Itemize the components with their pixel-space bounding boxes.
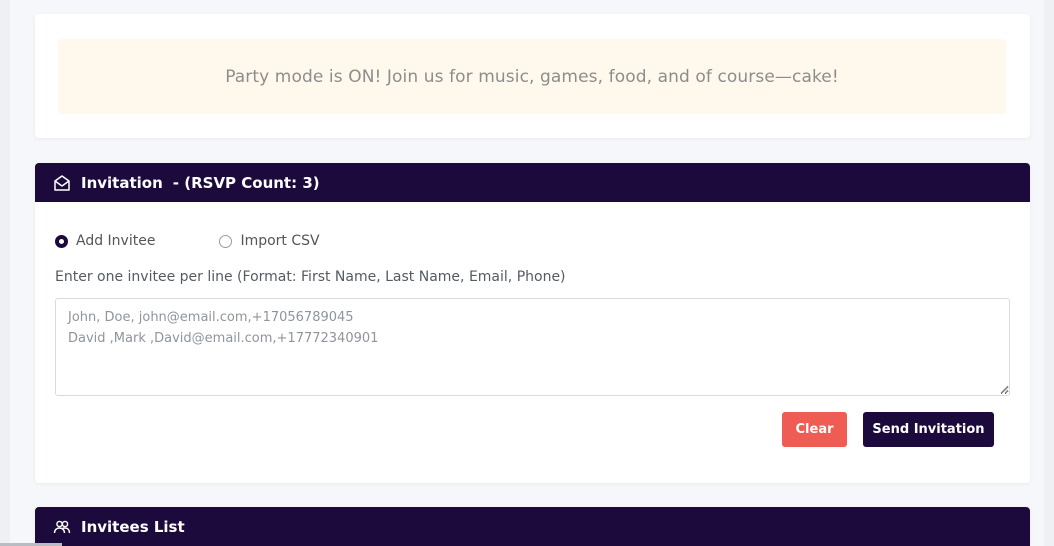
banner-card: Party mode is ON! Join us for music, gam… <box>35 14 1030 138</box>
sidebar-edge <box>0 0 10 546</box>
invitation-title: Invitation <box>81 173 163 192</box>
invite-mode-options: Add Invitee Import CSV <box>55 231 320 251</box>
invitation-card: Invitation - (RSVP Count: 3) Add Invitee… <box>35 163 1030 483</box>
import-csv-label: Import CSV <box>240 233 320 249</box>
banner-message: Party mode is ON! Join us for music, gam… <box>225 66 839 87</box>
rsvp-count: - (RSVP Count: 3) <box>172 173 320 192</box>
add-invitee-radio[interactable]: Add Invitee <box>55 233 155 249</box>
envelope-open-icon <box>53 173 73 193</box>
radio-checked-icon <box>55 234 68 248</box>
users-icon <box>53 517 73 537</box>
scrollbar-track[interactable] <box>1044 0 1054 546</box>
invitees-list-card: Invitees List <box>35 507 1030 546</box>
page: Party mode is ON! Join us for music, gam… <box>0 0 1054 546</box>
clear-button[interactable]: Clear <box>782 412 847 447</box>
party-banner: Party mode is ON! Join us for music, gam… <box>58 39 1006 114</box>
import-csv-radio[interactable]: Import CSV <box>219 233 320 249</box>
radio-unchecked-icon <box>219 234 233 248</box>
invitees-list-header[interactable]: Invitees List <box>35 507 1030 546</box>
send-invitation-button[interactable]: Send Invitation <box>863 412 994 447</box>
invitees-list-title: Invitees List <box>81 517 185 536</box>
invitation-header: Invitation - (RSVP Count: 3) <box>35 163 1030 202</box>
invitees-textarea[interactable] <box>55 298 1010 396</box>
add-invitee-label: Add Invitee <box>76 233 156 249</box>
invitee-format-hint: Enter one invitee per line (Format: Firs… <box>55 269 566 285</box>
